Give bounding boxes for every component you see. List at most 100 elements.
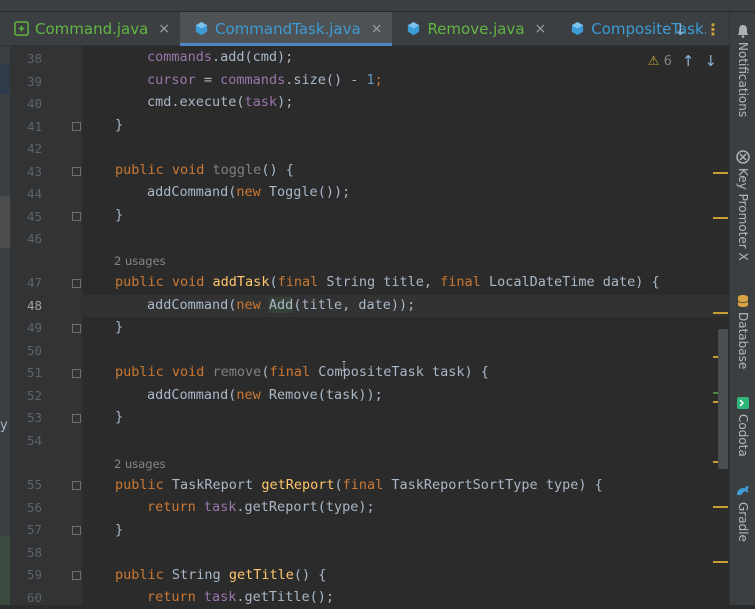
line-number: 50 <box>20 340 42 363</box>
token: task <box>204 499 237 515</box>
code-line-57: } <box>115 519 123 542</box>
code-line-47: public void addTask(final String title, … <box>115 271 660 294</box>
line-number: 45 <box>20 206 42 229</box>
token: getReport <box>261 477 334 493</box>
token: ( <box>334 477 342 493</box>
token: getTitle <box>229 567 294 583</box>
more-options-icon[interactable]: ⋮ <box>705 20 721 39</box>
usages-hint[interactable]: 2 usages <box>114 248 166 271</box>
key-promoter-icon <box>736 150 750 164</box>
warning-icon: ⚠ <box>648 54 660 69</box>
token: .add(cmd); <box>212 49 293 65</box>
line-number: 56 <box>20 497 42 520</box>
line-number: 52 <box>20 385 42 408</box>
code-line-44: addCommand(new Toggle()); <box>147 181 350 204</box>
interface-icon <box>14 21 29 36</box>
token: addCommand( <box>147 297 236 313</box>
fold-end-marker[interactable] <box>72 212 81 221</box>
usages-hint[interactable]: 2 usages <box>114 451 166 474</box>
tool-notifications[interactable]: Notifications <box>730 24 755 117</box>
token: addCommand( <box>147 387 236 403</box>
line-number: 53 <box>20 407 42 430</box>
token: .getReport(type); <box>236 499 374 515</box>
warning-marker[interactable] <box>713 561 728 563</box>
line-number: 42 <box>20 138 42 161</box>
fold-start-marker[interactable] <box>72 167 81 176</box>
fold-end-marker[interactable] <box>72 324 81 333</box>
code-line-43: public void toggle() { <box>115 159 294 182</box>
gradle-icon <box>736 484 750 498</box>
line-number: 43 <box>20 161 42 184</box>
tool-label: Gradle <box>736 502 750 542</box>
token: TaskReportSortType type) { <box>391 477 602 493</box>
tab-commandtask-java[interactable]: CommandTask.java × <box>180 12 392 45</box>
token: () { <box>294 567 327 583</box>
show-hidden-tabs-icon[interactable]: ↓ <box>674 20 687 39</box>
panel-text-fragment: y <box>0 418 8 433</box>
line-number-current: 48 <box>20 295 42 318</box>
vertical-scrollbar-thumb[interactable] <box>718 329 728 469</box>
code-line-48: addCommand(new Add(title, date)); <box>147 294 415 317</box>
selected-row-edge <box>0 64 10 94</box>
code-line-53: } <box>115 406 123 429</box>
token: Remove(task)); <box>269 387 383 403</box>
fold-start-marker[interactable] <box>72 481 81 490</box>
token: return <box>147 589 204 605</box>
token: ; <box>375 72 383 88</box>
fold-start-marker[interactable] <box>72 369 81 378</box>
warning-count-label: 6 <box>664 54 672 69</box>
warning-count[interactable]: ⚠ 6 <box>648 54 672 69</box>
token: toggle <box>213 162 262 178</box>
tool-label: Database <box>736 312 750 369</box>
code-line-59: public String getTitle() { <box>115 564 326 587</box>
code-line-60: return task.getTitle(); <box>147 586 334 605</box>
tab-remove-java[interactable]: Remove.java × <box>392 12 556 45</box>
inspection-widget[interactable]: ⚠ 6 ↑ ↓ <box>648 52 717 70</box>
warning-marker[interactable] <box>713 312 728 314</box>
tool-codota[interactable]: Codota <box>730 396 755 457</box>
fold-start-marker[interactable] <box>72 571 81 580</box>
tool-key-promoter[interactable]: Key Promoter X <box>730 150 755 261</box>
close-icon[interactable]: × <box>158 21 170 37</box>
bell-icon <box>736 24 750 38</box>
previous-highlight-icon[interactable]: ↑ <box>682 52 695 70</box>
code-line-52: addCommand(new Remove(task)); <box>147 384 383 407</box>
fold-end-marker[interactable] <box>72 414 81 423</box>
token: public void <box>115 162 213 178</box>
tab-label: Remove.java <box>427 20 524 38</box>
token: } <box>115 319 123 335</box>
line-number-gutter[interactable]: 38 39 40 41 42 43 44 45 46 47 48 49 50 5… <box>10 46 82 605</box>
token: final <box>269 364 318 380</box>
token: task <box>245 94 278 110</box>
code-editor[interactable]: ⚠ 6 ↑ ↓ commands.add(cmd); cursor = comm… <box>82 46 729 605</box>
warning-marker[interactable] <box>713 172 728 174</box>
project-panel-edge[interactable]: y <box>0 46 10 605</box>
tool-database[interactable]: Database <box>730 294 755 369</box>
token: LocalDateTime date) { <box>489 274 660 290</box>
fold-end-marker[interactable] <box>72 122 81 131</box>
token: final <box>343 477 392 493</box>
line-number: 40 <box>20 93 42 116</box>
close-icon[interactable]: × <box>535 21 547 37</box>
token: commands <box>147 49 212 65</box>
token: } <box>115 522 123 538</box>
warning-marker[interactable] <box>713 506 728 508</box>
token: final <box>440 274 489 290</box>
fold-start-marker[interactable] <box>72 279 81 288</box>
token: new <box>236 184 269 200</box>
line-number: 60 <box>20 587 42 609</box>
code-line-51: public void remove(final CompositeTask t… <box>115 361 489 384</box>
line-number: 57 <box>20 519 42 542</box>
line-number: 46 <box>20 228 42 251</box>
token: cursor <box>147 72 196 88</box>
tab-label: Command.java <box>35 20 148 38</box>
error-stripe[interactable] <box>711 46 729 605</box>
tool-gradle[interactable]: Gradle <box>730 484 755 542</box>
line-number: 38 <box>20 48 42 71</box>
fold-end-marker[interactable] <box>72 526 81 535</box>
token: Toggle()); <box>269 184 350 200</box>
close-icon[interactable]: × <box>371 21 383 37</box>
warning-marker[interactable] <box>713 217 728 219</box>
line-number: 47 <box>20 272 42 295</box>
tab-command-java[interactable]: Command.java × <box>0 12 180 45</box>
